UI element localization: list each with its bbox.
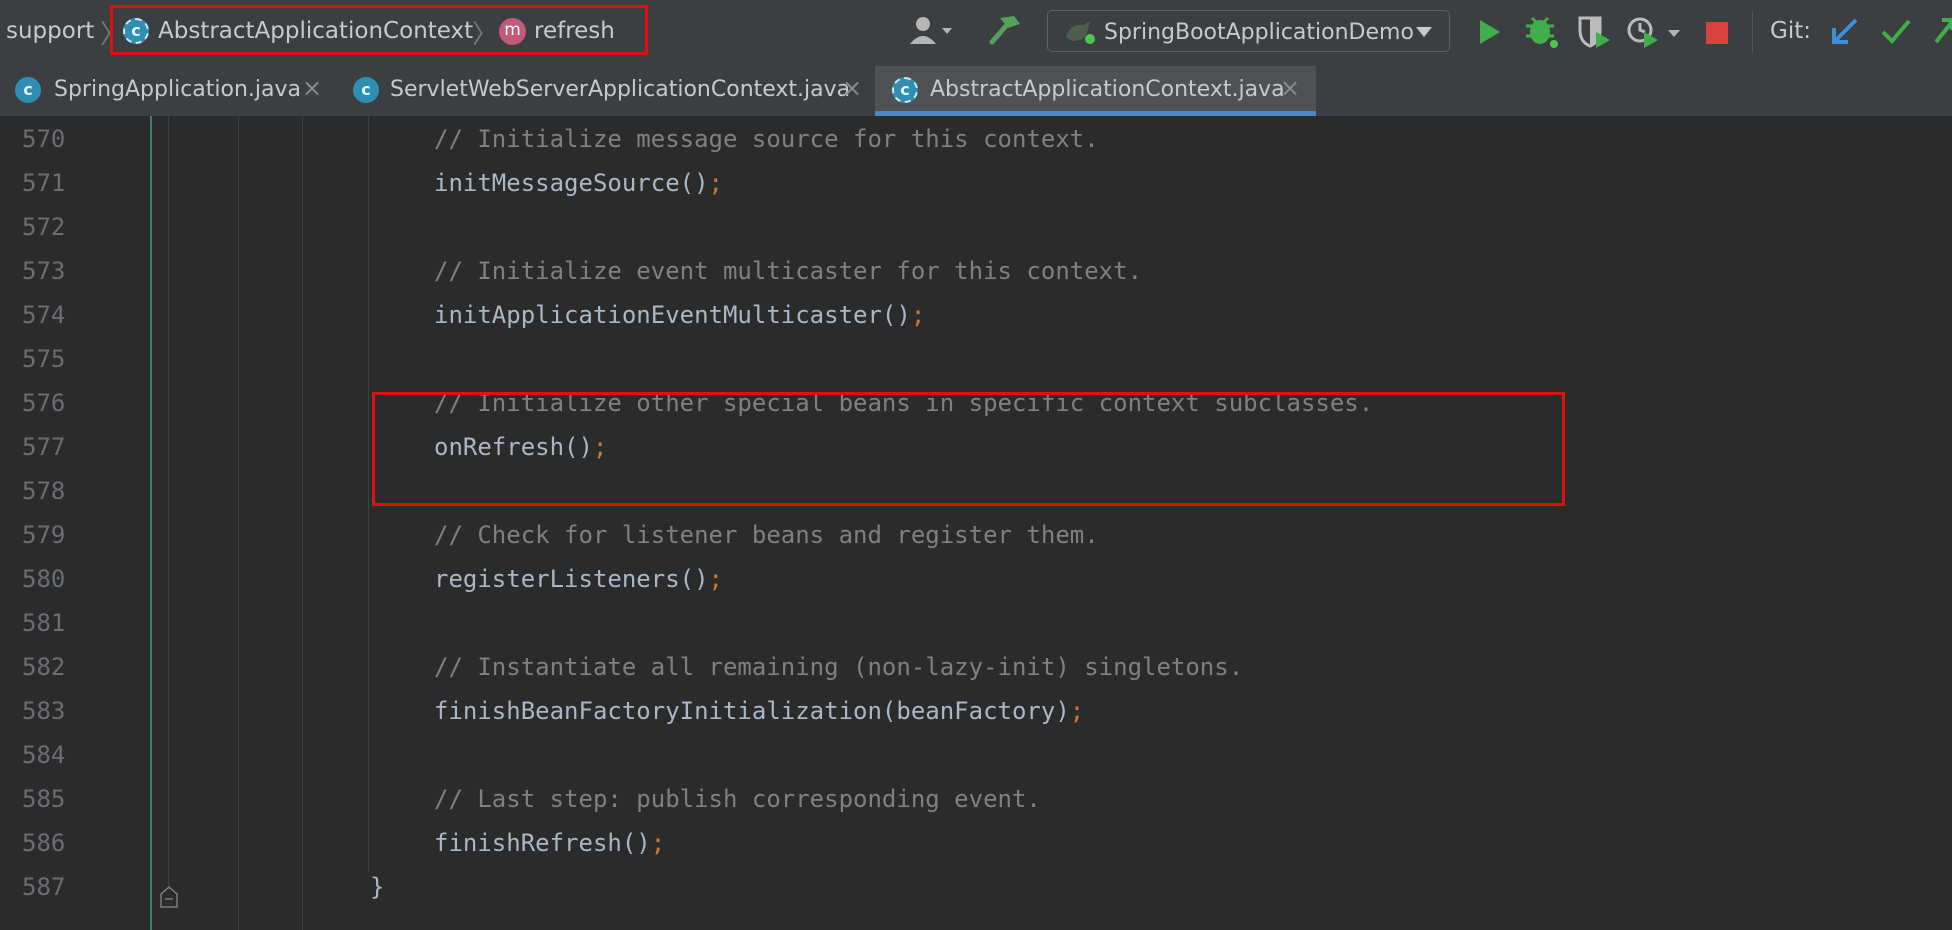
code-line: 574 initApplicationEventMulticaster();: [0, 292, 1952, 336]
git-commit-icon[interactable]: [1880, 16, 1912, 46]
code-comment: // Instantiate all remaining (non-lazy-i…: [434, 653, 1244, 681]
code-line: 586 finishRefresh();: [0, 820, 1952, 864]
semicolon: ;: [1069, 697, 1085, 725]
line-number: 575: [22, 345, 66, 373]
code-line: 573 // Initialize event multicaster for …: [0, 248, 1952, 292]
breadcrumb-package[interactable]: support: [6, 18, 94, 44]
line-number: 572: [22, 213, 66, 241]
tab-spring-application[interactable]: c SpringApplication.java ×: [0, 66, 340, 116]
line-number: 581: [22, 609, 66, 637]
editor-tab-bar: c SpringApplication.java × c ServletWebS…: [0, 66, 1952, 117]
code-line: 579 // Check for listener beans and regi…: [0, 512, 1952, 556]
code-line: 580 registerListeners();: [0, 556, 1952, 600]
tab-servlet-web-server-application-context[interactable]: c ServletWebServerApplicationContext.jav…: [340, 66, 875, 116]
git-label: Git:: [1770, 18, 1811, 44]
build-hammer-icon[interactable]: [988, 12, 1022, 48]
toolbar-divider: [1752, 12, 1753, 52]
code-highlight-box: [372, 392, 1565, 506]
spring-boot-icon: [1066, 21, 1095, 44]
line-number: 580: [22, 565, 66, 593]
line-number: 584: [22, 741, 66, 769]
code-line: 571 initMessageSource();: [0, 160, 1952, 204]
tab-label: SpringApplication.java: [54, 77, 302, 102]
method-call: registerListeners(): [434, 565, 709, 593]
line-number: 570: [22, 125, 66, 153]
line-number: 585: [22, 785, 66, 813]
run-icon[interactable]: [1476, 18, 1502, 46]
breadcrumb-highlight-box: [110, 5, 648, 55]
code-editor[interactable]: 570 // Initialize message source for thi…: [0, 116, 1952, 930]
method-call: initApplicationEventMulticaster(): [434, 301, 911, 329]
code-line: 583 finishBeanFactoryInitialization(bean…: [0, 688, 1952, 732]
code-line: 572: [0, 204, 1952, 248]
stop-icon[interactable]: [1706, 22, 1728, 44]
fold-marker-icon[interactable]: [160, 886, 178, 908]
line-number: 578: [22, 477, 66, 505]
class-icon: c: [353, 77, 379, 103]
semicolon: ;: [650, 829, 666, 857]
method-call: initMessageSource(): [434, 169, 709, 197]
class-icon: c: [15, 77, 41, 103]
close-icon[interactable]: ×: [842, 74, 862, 102]
coverage-icon[interactable]: [1576, 14, 1612, 50]
line-number: 586: [22, 829, 66, 857]
semicolon: ;: [708, 169, 723, 197]
tab-abstract-application-context[interactable]: c AbstractApplicationContext.java ×: [875, 66, 1316, 116]
code-line: 585 // Last step: publish corresponding …: [0, 776, 1952, 820]
code-line: 582 // Instantiate all remaining (non-la…: [0, 644, 1952, 688]
line-number: 577: [22, 433, 66, 461]
git-update-icon[interactable]: [1830, 16, 1860, 46]
navigation-bar: support 〉 c AbstractApplicationContext 〉…: [0, 0, 1952, 67]
semicolon: ;: [910, 301, 926, 329]
closing-brace: }: [370, 873, 385, 901]
code-comment: // Initialize message source for this co…: [434, 125, 1099, 153]
abstract-class-icon: c: [892, 77, 918, 103]
git-push-icon[interactable]: [1932, 16, 1952, 46]
close-icon[interactable]: ×: [302, 74, 322, 102]
code-comment: // Last step: publish corresponding even…: [434, 785, 1041, 813]
profile-icon[interactable]: [1626, 14, 1684, 50]
line-number: 573: [22, 257, 66, 285]
line-number: 571: [22, 169, 66, 197]
chevron-down-icon: [1416, 27, 1432, 37]
line-number: 582: [22, 653, 66, 681]
line-number: 574: [22, 301, 66, 329]
code-line: 584: [0, 732, 1952, 776]
run-configuration-selector[interactable]: SpringBootApplicationDemo: [1047, 10, 1450, 52]
code-line: 587 }: [0, 864, 1952, 908]
line-number: 579: [22, 521, 66, 549]
code-comment: // Check for listener beans and register…: [434, 521, 1099, 549]
code-line: 570 // Initialize message source for thi…: [0, 116, 1952, 160]
code-line: 581: [0, 600, 1952, 644]
line-number: 576: [22, 389, 66, 417]
method-call: finishBeanFactoryInitialization(beanFact…: [434, 697, 1070, 725]
debug-icon[interactable]: [1524, 14, 1560, 50]
close-icon[interactable]: ×: [1280, 74, 1300, 102]
tab-label: AbstractApplicationContext.java: [930, 77, 1285, 102]
run-configuration-label: SpringBootApplicationDemo: [1104, 20, 1414, 45]
code-line: 575: [0, 336, 1952, 380]
tab-label: ServletWebServerApplicationContext.java: [390, 77, 851, 102]
code-comment: // Initialize event multicaster for this…: [434, 257, 1143, 285]
semicolon: ;: [708, 565, 723, 593]
line-number: 583: [22, 697, 66, 725]
method-call: finishRefresh(): [434, 829, 651, 857]
line-number: 587: [22, 873, 66, 901]
user-menu-icon[interactable]: [906, 14, 958, 48]
